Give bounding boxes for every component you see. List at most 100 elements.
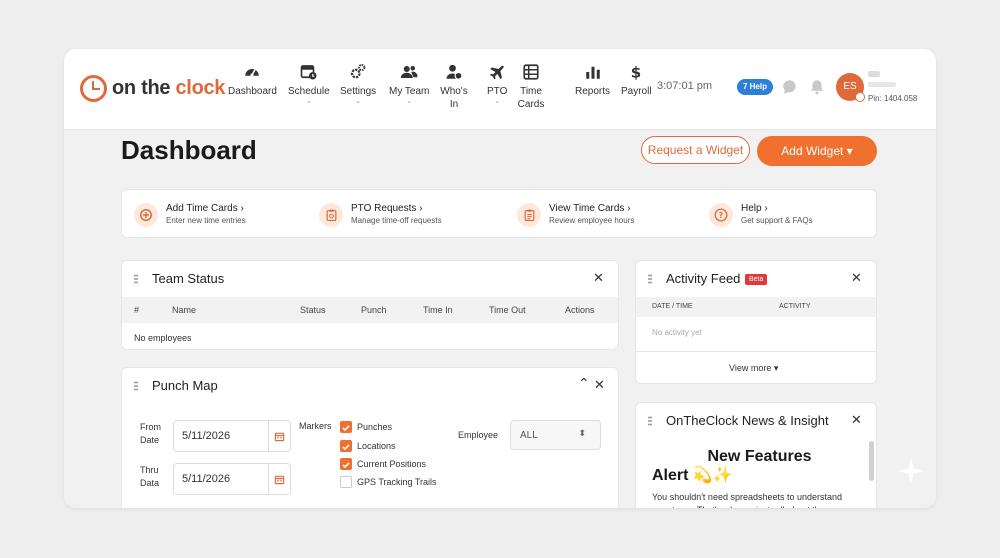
checkbox-locations[interactable] bbox=[340, 440, 352, 452]
column-header[interactable]: Time Out bbox=[489, 305, 526, 315]
gears-icon bbox=[350, 63, 366, 79]
panel-header: Activity Feed Beta ✕ bbox=[636, 261, 876, 297]
team-icon bbox=[400, 66, 418, 78]
chat-icon[interactable] bbox=[781, 78, 799, 96]
employee-label: Employee bbox=[458, 430, 499, 440]
drag-handle-icon[interactable] bbox=[134, 274, 138, 284]
column-header[interactable]: Time In bbox=[423, 305, 453, 315]
help-badge[interactable]: 7 Help bbox=[737, 79, 773, 95]
column-header[interactable]: Punch bbox=[361, 305, 387, 315]
bell-icon[interactable] bbox=[808, 78, 826, 96]
checkbox-label[interactable]: GPS Tracking Trails bbox=[357, 477, 437, 487]
column-header[interactable]: Name bbox=[172, 305, 196, 315]
quick-action-title: Add Time Cards › bbox=[166, 203, 244, 214]
quick-action-view-time-cards[interactable]: View Time Cards › Review employee hours bbox=[517, 201, 634, 229]
logo-word-clock: clock bbox=[175, 76, 226, 99]
nav-schedule-label: Schedule bbox=[288, 86, 330, 97]
plus-circle-icon bbox=[134, 203, 158, 227]
panel-header: Team Status ✕ bbox=[122, 261, 618, 297]
checkbox-label[interactable]: Current Positions bbox=[357, 459, 426, 469]
column-header[interactable]: Actions bbox=[565, 305, 595, 315]
panel-title: Team Status bbox=[152, 271, 225, 286]
nav-dashboard-label: Dashboard bbox=[228, 86, 277, 97]
column-header[interactable]: # bbox=[134, 305, 139, 315]
chevron-down-icon: ⌄ bbox=[355, 98, 361, 105]
calendar-clock-icon bbox=[300, 65, 317, 80]
view-more-link[interactable]: View more ▾ bbox=[729, 363, 778, 374]
news-panel: OnTheClock News & Insight ✕ New Features… bbox=[635, 402, 877, 508]
close-icon[interactable]: ✕ bbox=[594, 377, 605, 393]
logo-text: on the clock bbox=[112, 77, 225, 100]
close-icon[interactable]: ✕ bbox=[851, 270, 862, 286]
from-date-value: 5/11/2026 bbox=[182, 430, 231, 442]
bar-chart-icon bbox=[585, 66, 600, 79]
employee-select[interactable]: ALL ⬍ bbox=[510, 420, 601, 450]
logo[interactable]: on the clock bbox=[80, 73, 225, 103]
employee-select-value: ALL bbox=[520, 430, 538, 441]
select-arrows-icon: ⬍ bbox=[578, 428, 586, 438]
column-header[interactable]: DATE / TIME bbox=[652, 303, 693, 310]
page-title: Dashboard bbox=[121, 135, 257, 165]
nav-time-cards[interactable]: Time Cards bbox=[518, 63, 544, 111]
markers-label: Markers bbox=[299, 421, 332, 431]
add-widget-button[interactable]: Add Widget ▾ bbox=[757, 136, 877, 166]
nav-settings[interactable]: Settings ⌄ bbox=[340, 63, 376, 106]
dollar-icon: $ bbox=[631, 63, 641, 81]
nav-schedule[interactable]: Schedule ⌄ bbox=[288, 63, 330, 106]
list-clipboard-icon bbox=[517, 203, 541, 227]
scrollbar[interactable] bbox=[869, 441, 874, 481]
quick-action-pto-requests[interactable]: PTO Requests › Manage time-off requests bbox=[319, 201, 442, 229]
user-name-redacted bbox=[868, 71, 880, 77]
checkbox-punches[interactable] bbox=[340, 421, 352, 433]
user-pin: Pin: 1404.058 bbox=[868, 94, 918, 103]
quick-action-subtitle: Manage time-off requests bbox=[351, 216, 442, 225]
nav-pto[interactable]: PTO ⌄ bbox=[487, 63, 507, 106]
drag-handle-icon[interactable] bbox=[648, 416, 652, 426]
drag-handle-icon[interactable] bbox=[134, 381, 138, 391]
nav-reports[interactable]: Reports bbox=[575, 63, 610, 98]
svg-text:?: ? bbox=[719, 211, 723, 220]
checkbox-gps-tracking-trails[interactable] bbox=[340, 476, 352, 488]
quick-action-help[interactable]: ? Help › Get support & FAQs bbox=[709, 201, 813, 229]
beta-badge: Beta bbox=[745, 274, 768, 285]
checkbox-label[interactable]: Punches bbox=[357, 422, 392, 432]
close-icon[interactable]: ✕ bbox=[851, 412, 862, 428]
from-date-input[interactable]: 5/11/2026 bbox=[173, 420, 291, 452]
nav-my-team-label: My Team bbox=[389, 86, 430, 97]
grid-card-icon bbox=[523, 64, 539, 80]
team-status-panel: Team Status ✕ # Name Status Punch Time I… bbox=[121, 260, 619, 350]
table-header: DATE / TIME ACTIVITY bbox=[636, 297, 876, 317]
thru-date-input[interactable]: 5/11/2026 bbox=[173, 463, 291, 495]
calendar-icon[interactable] bbox=[268, 464, 290, 494]
from-date-label: From Date bbox=[140, 422, 161, 445]
thru-date-label: Thru Data bbox=[140, 465, 160, 488]
nav-my-team[interactable]: My Team ⌄ bbox=[389, 63, 429, 106]
nav-dashboard[interactable]: Dashboard bbox=[228, 63, 277, 98]
quick-action-title: View Time Cards › bbox=[549, 203, 631, 214]
column-header[interactable]: ACTIVITY bbox=[779, 303, 811, 310]
nav-settings-label: Settings bbox=[340, 86, 377, 97]
news-alert-title: Alert 💫✨ bbox=[652, 467, 733, 484]
panel-title: Activity Feed bbox=[666, 271, 741, 286]
top-navigation: on the clock Dashboard Schedule ⌄ Settin… bbox=[64, 49, 936, 130]
sparkle-icon bbox=[897, 457, 925, 485]
quick-action-add-time-cards[interactable]: Add Time Cards › Enter new time entries bbox=[134, 201, 246, 229]
checkbox-label[interactable]: Locations bbox=[357, 441, 396, 451]
checkbox-current-positions[interactable] bbox=[340, 458, 352, 470]
column-header[interactable]: Status bbox=[300, 305, 326, 315]
chevron-down-icon: ⌄ bbox=[494, 98, 501, 105]
chevron-up-icon[interactable]: ⌃ bbox=[578, 375, 590, 392]
thru-date-value: 5/11/2026 bbox=[182, 473, 231, 485]
nav-payroll[interactable]: $ Payroll bbox=[621, 63, 652, 98]
close-icon[interactable]: ✕ bbox=[593, 270, 604, 286]
nav-whos-in[interactable]: Who's In bbox=[440, 63, 468, 111]
drag-handle-icon[interactable] bbox=[648, 274, 652, 284]
request-widget-button[interactable]: Request a Widget bbox=[641, 136, 750, 164]
quick-action-title: PTO Requests › bbox=[351, 203, 423, 214]
calendar-icon[interactable] bbox=[268, 421, 290, 451]
quick-actions-bar: Add Time Cards › Enter new time entries … bbox=[121, 189, 877, 238]
logo-word-on: on bbox=[112, 76, 136, 99]
current-time: 3:07:01 pm bbox=[657, 80, 713, 92]
status-badge bbox=[855, 92, 865, 102]
empty-state: No employees bbox=[134, 333, 192, 343]
